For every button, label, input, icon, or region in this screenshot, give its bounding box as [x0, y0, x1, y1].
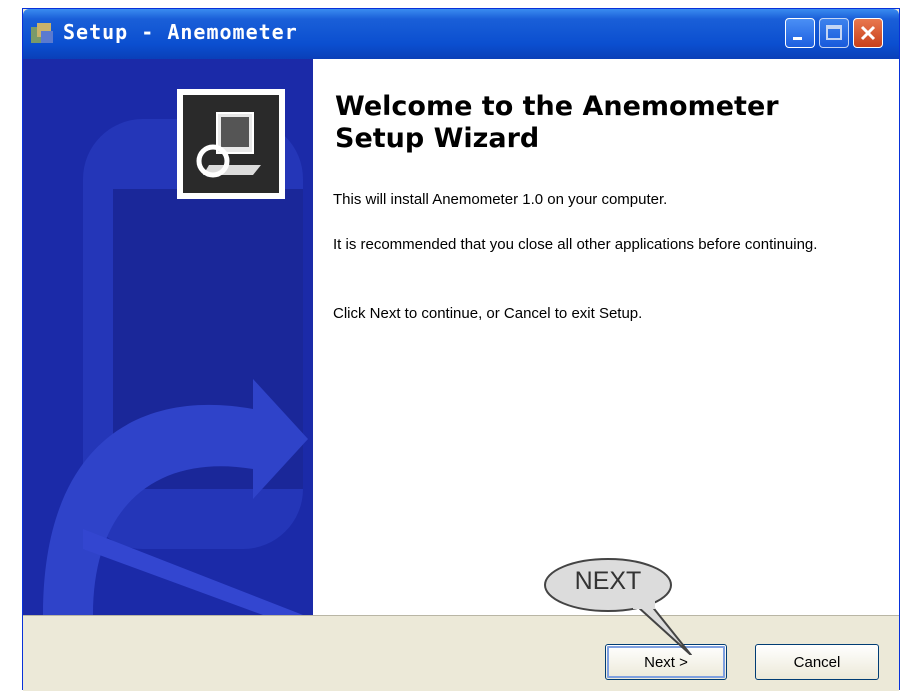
- install-info-text: This will install Anemometer 1.0 on your…: [333, 191, 668, 208]
- wizard-footer: Next > Cancel: [23, 615, 899, 691]
- close-button[interactable]: [853, 18, 883, 48]
- maximize-icon: [826, 25, 842, 40]
- callout-label: NEXT: [574, 567, 642, 595]
- next-callout-annotation: NEXT: [543, 557, 701, 656]
- wizard-banner-image: [23, 59, 313, 615]
- computer-install-icon: [196, 112, 261, 178]
- setup-window: Setup - Anemometer Welcome to the Anemom…: [22, 8, 900, 691]
- welcome-heading: Welcome to the Anemometer Setup Wizard: [335, 91, 779, 154]
- installer-logo: [177, 89, 285, 199]
- cancel-button[interactable]: Cancel: [755, 644, 879, 680]
- minimize-icon: [793, 37, 802, 40]
- close-apps-recommendation-text: It is recommended that you close all oth…: [333, 236, 818, 253]
- window-title: Setup - Anemometer: [63, 20, 298, 44]
- minimize-button[interactable]: [785, 18, 815, 48]
- continue-instruction-text: Click Next to continue, or Cancel to exi…: [333, 305, 643, 322]
- wizard-content: Welcome to the Anemometer Setup Wizard T…: [23, 59, 899, 615]
- setup-app-icon: [31, 23, 53, 43]
- title-bar[interactable]: Setup - Anemometer: [23, 9, 899, 59]
- maximize-button[interactable]: [819, 18, 849, 48]
- close-icon: [860, 25, 876, 41]
